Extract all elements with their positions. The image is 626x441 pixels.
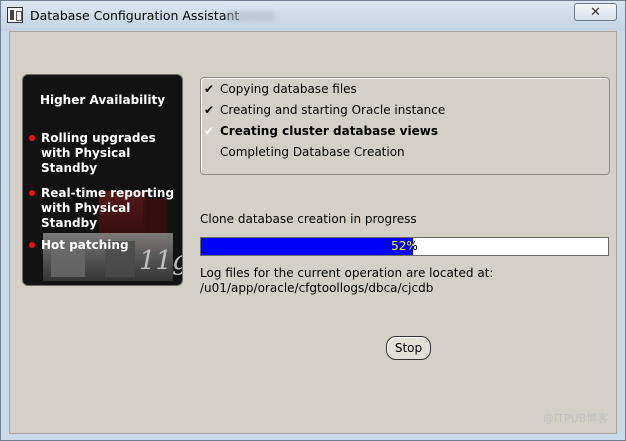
step-item: Completing Database Creation [220,145,405,159]
progress-bar: 52% [200,237,609,256]
progress-status-text: Clone database creation in progress [200,212,417,226]
watermark: @ITPUB博客 [543,412,609,425]
dbca-window: Database Configuration Assistant ✕ 11 Hi… [0,0,626,441]
bullet-icon [29,242,35,248]
bullet-icon [29,135,35,141]
title-bar[interactable]: Database Configuration Assistant ✕ [1,1,625,31]
dialog-content: 11g Higher Availability Rolling upgrades… [9,31,617,434]
window-title: Database Configuration Assistant [30,8,240,23]
progress-percent: 52% [391,239,418,253]
step-label: Copying database files [220,82,357,96]
title-blur [227,11,275,21]
step-item-active: ✔ Creating cluster database views [204,124,438,138]
close-button[interactable]: ✕ [574,3,617,21]
log-location-label: Log files for the current operation are … [200,266,494,280]
checkmark-icon: ✔ [204,124,215,138]
step-label: Completing Database Creation [220,145,405,159]
step-item: ✔ Copying database files [204,82,357,96]
step-item: ✔ Creating and starting Oracle instance [204,103,446,117]
stop-button[interactable]: Stop [386,336,431,360]
promo-item: Rolling upgrades with Physical Standby [29,131,181,176]
step-list: ✔ Copying database files ✔ Creating and … [200,77,610,175]
step-label: Creating and starting Oracle instance [220,103,446,117]
checkmark-icon: ✔ [204,82,215,96]
promo-item: Hot patching [29,238,181,253]
checkmark-icon: ✔ [204,103,215,117]
promo-item-label: Real-time reporting with Physical Standb… [41,186,175,230]
promo-item-label: Hot patching [41,238,129,252]
log-path: /u01/app/oracle/cfgtoollogs/dbca/cjcdb [200,281,434,295]
promo-heading: Higher Availability [39,93,166,107]
close-icon: ✕ [590,4,601,20]
app-icon [7,7,23,23]
bullet-icon [29,190,35,196]
promo-item-label: Rolling upgrades with Physical Standby [41,131,156,175]
promo-panel: 11g Higher Availability Rolling upgrades… [22,74,183,286]
promo-item: Real-time reporting with Physical Standb… [29,186,181,231]
step-label: Creating cluster database views [220,124,438,138]
